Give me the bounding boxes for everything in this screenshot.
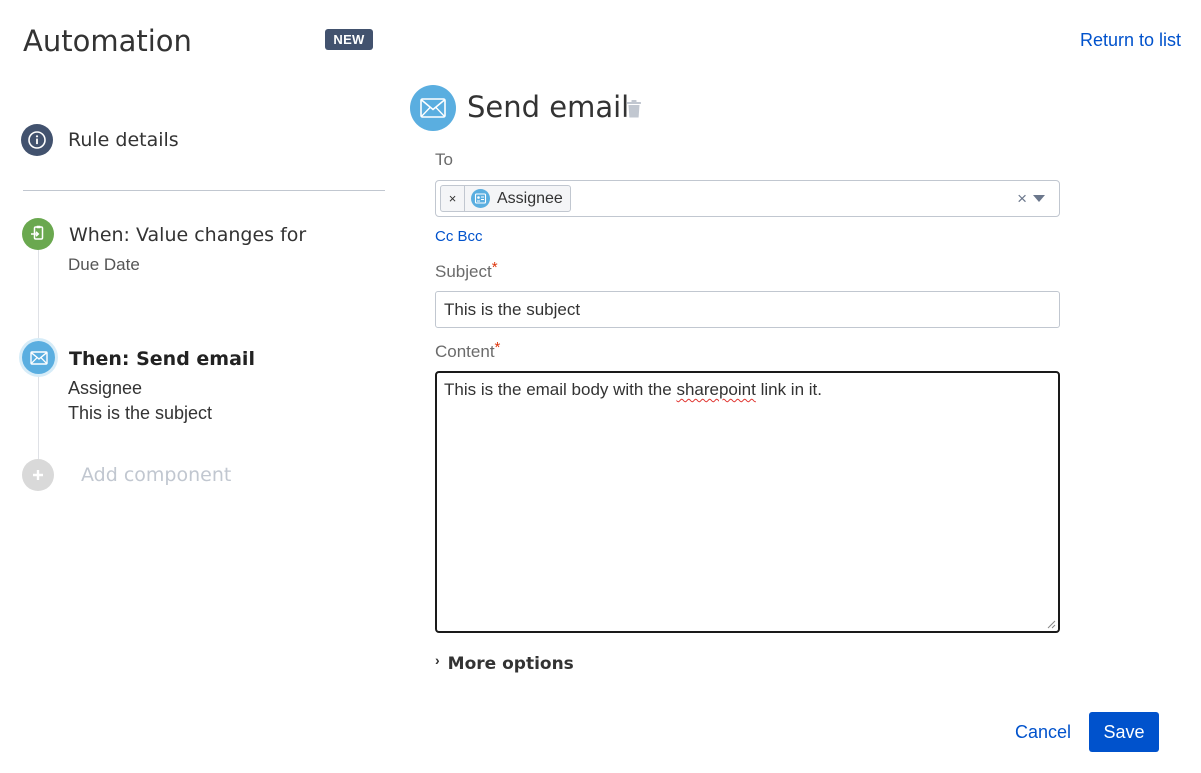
misspelled-word: sharepoint <box>676 380 756 399</box>
action-subject: This is the subject <box>68 403 213 423</box>
more-options-toggle[interactable]: › More options <box>435 652 574 674</box>
add-component-button[interactable]: Add component <box>22 459 231 491</box>
chip-remove-button[interactable]: × <box>441 186 465 211</box>
sidebar-item-rule-details[interactable]: Rule details <box>21 124 179 156</box>
content-textarea[interactable]: This is the email body with the sharepoi… <box>435 371 1060 633</box>
trash-icon[interactable] <box>626 99 642 124</box>
action-recipient: Assignee <box>68 378 143 398</box>
sidebar-divider <box>23 190 385 191</box>
chip-label: Assignee <box>497 189 563 207</box>
subject-input[interactable] <box>435 291 1060 328</box>
content-text-start: This is the email body with the <box>444 380 677 399</box>
return-to-list-link[interactable]: Return to list <box>1080 30 1181 51</box>
clear-selection-button[interactable]: × <box>1017 189 1027 209</box>
chevron-down-icon[interactable] <box>1033 195 1045 202</box>
resize-handle-icon[interactable] <box>1046 619 1056 629</box>
plus-icon <box>22 459 54 491</box>
subject-label-text: Subject <box>435 262 492 281</box>
field-change-icon <box>22 218 54 250</box>
content-label-text: Content <box>435 342 495 361</box>
trigger-subtitle: Due Date <box>68 255 140 274</box>
panel-title: Send email <box>467 90 630 124</box>
trigger-title: When: Value changes for <box>69 224 307 246</box>
recipient-chip: × Assignee <box>440 185 571 212</box>
more-options-label: More options <box>447 654 574 674</box>
save-button[interactable]: Save <box>1089 712 1159 752</box>
cancel-button[interactable]: Cancel <box>1003 712 1083 752</box>
content-label: Content* <box>435 339 501 362</box>
envelope-icon <box>410 85 456 131</box>
content-text-end: link in it. <box>755 380 822 399</box>
required-marker: * <box>491 259 498 276</box>
cc-bcc-link[interactable]: Cc Bcc <box>435 228 483 245</box>
envelope-icon <box>22 341 55 374</box>
info-icon <box>21 124 53 156</box>
action-title: Then: Send email <box>69 348 255 370</box>
page-title: Automation <box>23 24 192 58</box>
user-field-icon <box>471 189 490 208</box>
to-label: To <box>435 150 453 169</box>
subject-label: Subject* <box>435 259 498 282</box>
rule-details-label: Rule details <box>68 129 179 151</box>
add-component-label: Add component <box>81 464 232 486</box>
to-recipient-select[interactable]: × Assignee × <box>435 180 1060 217</box>
chevron-right-icon: › <box>435 652 440 668</box>
new-badge: NEW <box>325 29 373 50</box>
required-marker: * <box>494 339 501 356</box>
